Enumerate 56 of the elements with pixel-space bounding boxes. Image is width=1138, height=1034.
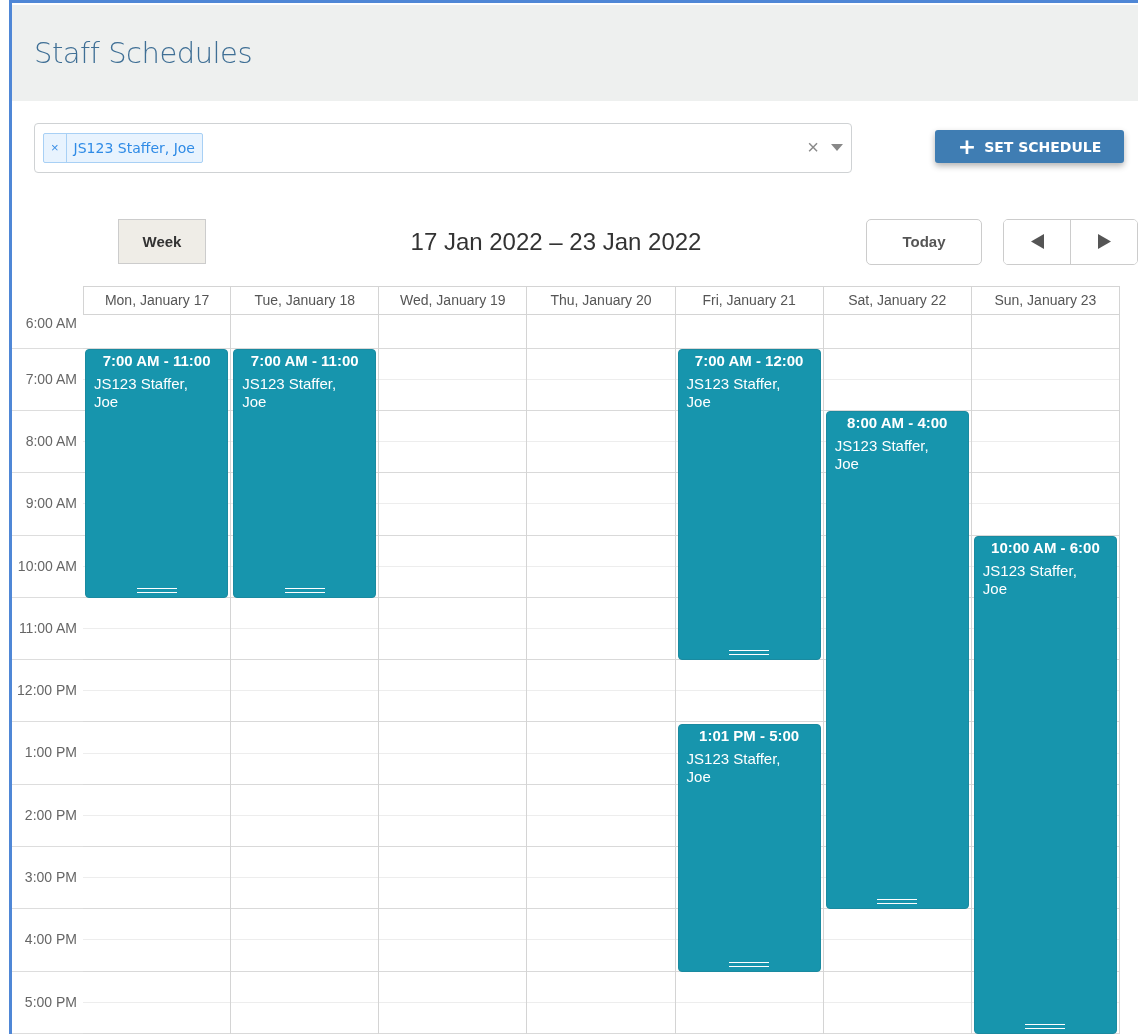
day-header: Tue, January 18 xyxy=(231,285,380,315)
dropdown-caret-icon[interactable] xyxy=(831,144,843,152)
event-staff-name: JS123 Staffer, Joe xyxy=(242,374,338,411)
time-label: 10:00 AM xyxy=(17,557,77,574)
time-label: 3:00 PM xyxy=(24,869,77,886)
time-label: 7:00 AM xyxy=(25,370,77,387)
day-header: Sat, January 22 xyxy=(823,285,972,315)
day-header: Mon, January 17 xyxy=(83,285,232,315)
staff-select-field[interactable]: × JS123 Staffer, Joe × xyxy=(34,122,852,173)
shift-event[interactable]: 7:00 AM - 12:00 JS123 Staffer, Joe xyxy=(677,348,821,661)
event-time: 1:01 PM - 5:00 xyxy=(698,726,801,744)
event-time: 7:00 AM - 11:00 xyxy=(101,351,212,369)
time-label: 11:00 AM xyxy=(18,619,77,636)
week-view-button[interactable]: Week xyxy=(118,219,206,265)
shift-event[interactable]: 7:00 AM - 11:00 JS123 Staffer, Joe xyxy=(233,348,377,598)
event-staff-name: JS123 Staffer, Joe xyxy=(94,374,189,411)
day-header: Thu, January 20 xyxy=(527,285,676,315)
date-range: 17 Jan 2022 – 23 Jan 2022 xyxy=(409,227,703,256)
today-button[interactable]: Today xyxy=(866,218,982,265)
event-time: 7:00 AM - 12:00 xyxy=(693,351,805,369)
resize-handle[interactable] xyxy=(1025,1024,1066,1029)
previous-icon xyxy=(1030,234,1044,250)
time-label: 8:00 AM xyxy=(25,433,77,449)
page-title: Staff Schedules xyxy=(34,35,253,70)
day-header: Sun, January 23 xyxy=(971,285,1120,315)
day-header: Wed, January 19 xyxy=(379,285,528,315)
set-schedule-button[interactable]: + SET SCHEDULE xyxy=(935,130,1124,164)
event-time: 10:00 AM - 6:00 xyxy=(990,538,1101,556)
time-label: 4:00 PM xyxy=(24,931,77,948)
time-label: 5:00 PM xyxy=(24,993,77,1010)
tag-remove-button[interactable]: × xyxy=(44,133,67,162)
time-label: 2:00 PM xyxy=(24,806,77,823)
resize-handle[interactable] xyxy=(729,650,770,656)
day-header: Fri, January 21 xyxy=(675,285,824,315)
resize-handle[interactable] xyxy=(877,899,918,905)
clear-button[interactable]: × xyxy=(801,136,825,160)
next-icon xyxy=(1097,234,1111,250)
time-label: 9:00 AM xyxy=(25,495,77,512)
shift-event[interactable]: 8:00 AM - 4:00 JS123 Staffer, Joe xyxy=(825,411,969,910)
tag-label: JS123 Staffer, Joe xyxy=(71,138,196,158)
event-time: 7:00 AM - 11:00 xyxy=(249,351,360,369)
shift-event[interactable]: 7:00 AM - 11:00 JS123 Staffer, Joe xyxy=(85,348,229,598)
event-staff-name: JS123 Staffer, Joe xyxy=(834,437,930,473)
resize-handle[interactable] xyxy=(729,961,770,967)
shift-event[interactable]: 10:00 AM - 6:00 JS123 Staffer, Joe xyxy=(973,535,1117,1034)
event-time: 8:00 AM - 4:00 xyxy=(846,414,949,431)
resize-handle[interactable] xyxy=(136,587,177,593)
resize-handle[interactable] xyxy=(284,587,325,593)
time-label: 6:00 AM xyxy=(25,314,77,331)
time-label: 12:00 PM xyxy=(17,682,77,699)
event-staff-name: JS123 Staffer, Joe xyxy=(686,374,782,411)
next-button[interactable] xyxy=(1070,219,1137,264)
event-staff-name: JS123 Staffer, Joe xyxy=(982,561,1078,598)
time-label: 1:00 PM xyxy=(24,744,77,761)
event-staff-name: JS123 Staffer, Joe xyxy=(686,749,782,786)
shift-event[interactable]: 1:01 PM - 5:00 JS123 Staffer, Joe xyxy=(677,723,821,972)
